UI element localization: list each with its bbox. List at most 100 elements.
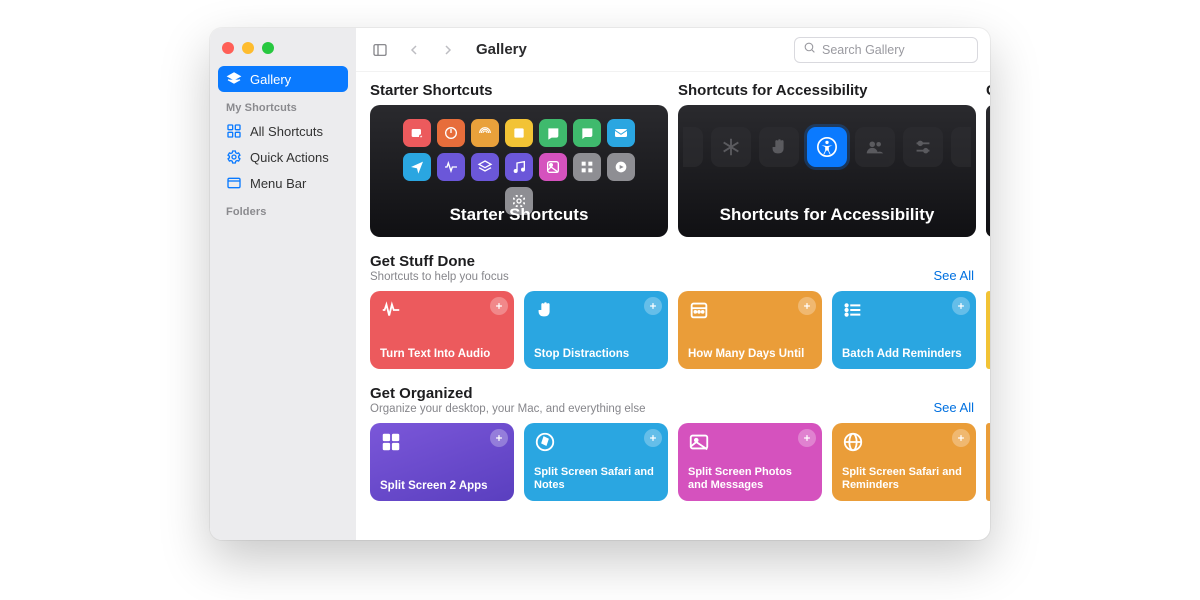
- hero-card-partial[interactable]: [986, 105, 990, 237]
- chip-icon: [683, 127, 703, 167]
- sliders-icon: [903, 127, 943, 167]
- card-label: Stop Distractions: [534, 347, 658, 361]
- card-icon: [688, 431, 710, 453]
- layers-icon: [226, 71, 242, 87]
- section-title: Get Organized: [370, 385, 646, 402]
- toolbar: Gallery: [356, 28, 990, 72]
- add-shortcut-button[interactable]: [952, 297, 970, 315]
- chip-icon: [471, 119, 499, 147]
- shortcut-card[interactable]: Stop Distractions: [524, 291, 668, 369]
- hero-head: Starter Shortcuts: [370, 82, 668, 99]
- chip-icon: [471, 153, 499, 181]
- hero-title: Starter Shortcuts: [370, 205, 668, 225]
- search-field[interactable]: [794, 37, 978, 63]
- search-icon: [803, 41, 816, 59]
- asterisk-icon: [711, 127, 751, 167]
- sidebar-item-menu-bar[interactable]: Menu Bar: [218, 170, 348, 196]
- page-title: Gallery: [476, 41, 527, 58]
- chip-icon: [505, 153, 533, 181]
- sidebar-item-label: Menu Bar: [250, 176, 306, 191]
- card-label: Split Screen Safari and Notes: [534, 466, 658, 494]
- hero-head: G: [986, 82, 990, 99]
- nav-forward-button[interactable]: [436, 38, 460, 62]
- shortcut-card[interactable]: Split Screen Safari and Reminders: [832, 423, 976, 501]
- card-label: Split Screen Safari and Reminders: [842, 466, 966, 494]
- card-label: How Many Days Until: [688, 347, 812, 361]
- chip-icon: [607, 153, 635, 181]
- chip-icon: [573, 153, 601, 181]
- accessibility-icon: [807, 127, 847, 167]
- sidebar-item-label: All Shortcuts: [250, 124, 323, 139]
- card-icon: [842, 431, 864, 453]
- add-shortcut-button[interactable]: [798, 297, 816, 315]
- chip-icon: [505, 119, 533, 147]
- card-row: Turn Text Into Audio Stop Distractions How…: [370, 291, 990, 369]
- shortcut-card-partial[interactable]: [986, 291, 990, 369]
- hero-icon-grid: [402, 119, 636, 215]
- shortcut-card[interactable]: Split Screen 2 Apps: [370, 423, 514, 501]
- chip-icon: [403, 119, 431, 147]
- hero-card-accessibility[interactable]: Shortcuts for Accessibility: [678, 105, 976, 237]
- shortcut-card[interactable]: How Many Days Until: [678, 291, 822, 369]
- nav-back-button[interactable]: [402, 38, 426, 62]
- sidebar: Gallery My Shortcuts All Shortcuts Quick…: [210, 28, 356, 540]
- grid-icon: [226, 123, 242, 139]
- chip-icon: [437, 153, 465, 181]
- main-area: Gallery Starter Shortcuts: [356, 28, 990, 540]
- sidebar-item-quick-actions[interactable]: Quick Actions: [218, 144, 348, 170]
- section-subtitle: Shortcuts to help you focus: [370, 271, 509, 283]
- section-get-organized: Get Organized Organize your desktop, you…: [370, 385, 990, 501]
- zoom-window-button[interactable]: [262, 42, 274, 54]
- section-title: Get Stuff Done: [370, 253, 509, 270]
- card-label: Split Screen Photos and Messages: [688, 466, 812, 494]
- card-row: Split Screen 2 Apps Split Screen Safari a…: [370, 423, 990, 501]
- add-shortcut-button[interactable]: [490, 297, 508, 315]
- app-window: Gallery My Shortcuts All Shortcuts Quick…: [210, 28, 990, 540]
- sidebar-item-label: Quick Actions: [250, 150, 329, 165]
- hero-head: Shortcuts for Accessibility: [678, 82, 976, 99]
- shortcut-card-partial[interactable]: [986, 423, 990, 501]
- card-icon: [534, 431, 556, 453]
- card-icon: [688, 299, 710, 321]
- hero-title: Shortcuts for Accessibility: [678, 205, 976, 225]
- card-label: Split Screen 2 Apps: [380, 479, 504, 493]
- minimize-window-button[interactable]: [242, 42, 254, 54]
- add-shortcut-button[interactable]: [644, 297, 662, 315]
- hero-icon-row: [703, 127, 951, 167]
- chip-icon: [539, 153, 567, 181]
- chip-icon: [403, 153, 431, 181]
- sidebar-section-my-shortcuts: My Shortcuts: [218, 92, 348, 118]
- section-get-stuff-done: Get Stuff Done Shortcuts to help you foc…: [370, 253, 990, 369]
- add-shortcut-button[interactable]: [798, 429, 816, 447]
- chip-icon: [437, 119, 465, 147]
- search-input[interactable]: [822, 43, 969, 57]
- sidebar-item-all-shortcuts[interactable]: All Shortcuts: [218, 118, 348, 144]
- add-shortcut-button[interactable]: [952, 429, 970, 447]
- toggle-sidebar-button[interactable]: [368, 38, 392, 62]
- see-all-link[interactable]: See All: [934, 400, 974, 415]
- card-label: Turn Text Into Audio: [380, 347, 504, 361]
- see-all-link[interactable]: See All: [934, 268, 974, 283]
- close-window-button[interactable]: [222, 42, 234, 54]
- card-icon: [842, 299, 864, 321]
- shortcut-card[interactable]: Batch Add Reminders: [832, 291, 976, 369]
- chip-icon: [539, 119, 567, 147]
- hero-card-starter[interactable]: Starter Shortcuts: [370, 105, 668, 237]
- shortcut-card[interactable]: Split Screen Safari and Notes: [524, 423, 668, 501]
- sidebar-item-label: Gallery: [250, 72, 291, 87]
- shortcut-card[interactable]: Turn Text Into Audio: [370, 291, 514, 369]
- chip-icon: [951, 127, 971, 167]
- card-icon: [534, 299, 556, 321]
- shortcut-card[interactable]: Split Screen Photos and Messages: [678, 423, 822, 501]
- people-icon: [855, 127, 895, 167]
- add-shortcut-button[interactable]: [644, 429, 662, 447]
- content-scroll[interactable]: Starter Shortcuts: [356, 72, 990, 540]
- chip-icon: [573, 119, 601, 147]
- traffic-lights: [218, 38, 348, 66]
- hand-icon: [759, 127, 799, 167]
- sidebar-item-gallery[interactable]: Gallery: [218, 66, 348, 92]
- menubar-icon: [226, 175, 242, 191]
- sidebar-section-folders: Folders: [218, 196, 348, 222]
- card-icon: [380, 431, 402, 453]
- add-shortcut-button[interactable]: [490, 429, 508, 447]
